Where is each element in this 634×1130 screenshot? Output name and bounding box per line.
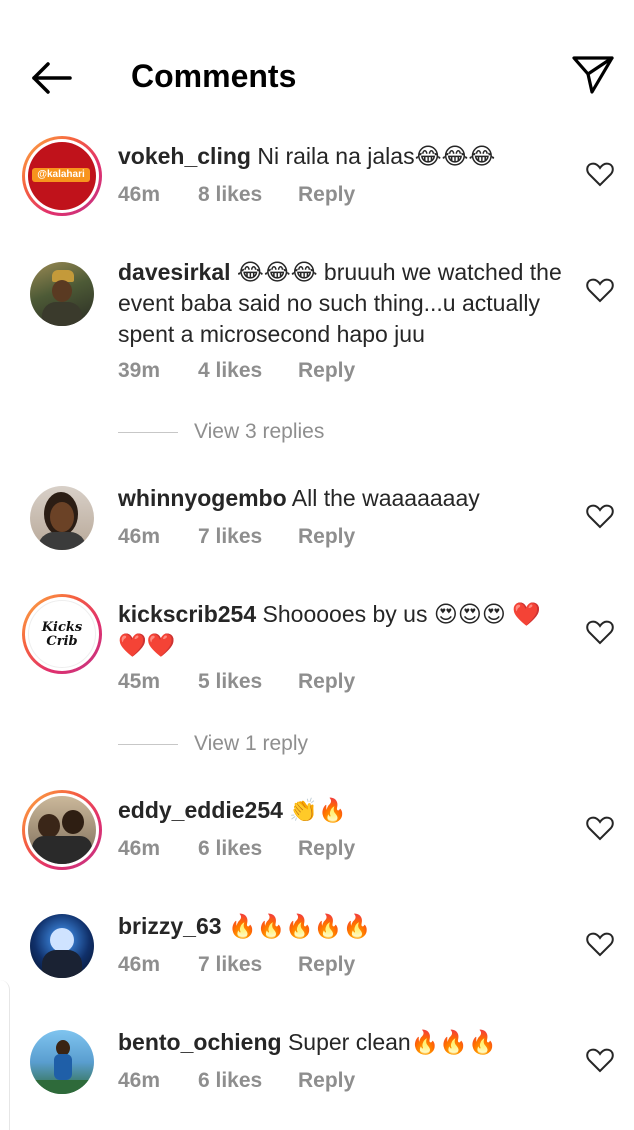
comment-text: eddy_eddie254 👏🔥 (118, 795, 568, 826)
edge-panel-handle[interactable] (0, 980, 10, 1130)
comment-body: Ni raila na jalas😂😂😂 (257, 143, 496, 169)
avatar[interactable] (30, 262, 94, 326)
share-button[interactable] (570, 52, 616, 98)
avatar-logo-label: Kicks Crib (41, 620, 83, 649)
comment-likes[interactable]: 6 likes (198, 1069, 298, 1093)
comment-likes[interactable]: 7 likes (198, 525, 298, 549)
comment-body: Super clean🔥🔥🔥 (287, 1029, 497, 1055)
comment-username[interactable]: whinnyogembo (118, 485, 287, 511)
avatar[interactable]: @kalahari (22, 136, 102, 216)
avatar[interactable]: Kicks Crib (22, 594, 102, 674)
reply-button[interactable]: Reply (298, 837, 355, 861)
comment-username[interactable]: eddy_eddie254 (118, 797, 283, 823)
reply-button[interactable]: Reply (298, 359, 355, 383)
reply-button[interactable]: Reply (298, 953, 355, 977)
comment-time: 45m (118, 670, 161, 693)
comment-body: 👏🔥 (289, 797, 347, 823)
heart-outline-icon[interactable] (586, 619, 614, 645)
comment-username[interactable]: bento_ochieng (118, 1029, 282, 1055)
comment-time: 46m (118, 953, 161, 976)
comment-time: 46m (118, 1069, 161, 1092)
page-title: Comments (131, 58, 297, 94)
comment-text: vokeh_cling Ni raila na jalas😂😂😂 (118, 141, 568, 172)
comment-meta: 46m 7 likes Reply (118, 953, 355, 977)
comment-username[interactable]: kickscrib254 (118, 601, 256, 627)
comments-header: Comments (0, 0, 634, 130)
reply-button[interactable]: Reply (298, 670, 355, 694)
comment-text: davesirkal 😂😂😂 bruuuh we watched the eve… (118, 257, 568, 350)
replies-divider (118, 431, 178, 433)
comment-meta: 46m 6 likes Reply (118, 837, 355, 861)
heart-outline-icon[interactable] (586, 931, 614, 957)
comment-meta: 46m 8 likes Reply (118, 183, 355, 207)
comment-text: whinnyogembo All the waaaaaaay (118, 483, 568, 514)
avatar[interactable] (22, 790, 102, 870)
avatar[interactable] (30, 914, 94, 978)
comment-text: kickscrib254 Shooooes by us 😍😍😍 ❤️❤️❤️ (118, 599, 568, 661)
comment-body: All the waaaaaaay (291, 485, 480, 511)
avatar[interactable] (30, 1030, 94, 1094)
reply-button[interactable]: Reply (298, 525, 355, 549)
comment-username[interactable]: vokeh_cling (118, 143, 251, 169)
heart-outline-icon[interactable] (586, 161, 614, 187)
comment-username[interactable]: davesirkal (118, 259, 231, 285)
comment-likes[interactable]: 5 likes (198, 670, 298, 694)
avatar-logo-label: @kalahari (32, 168, 90, 182)
comment-likes[interactable]: 7 likes (198, 953, 298, 977)
comment-meta: 46m 7 likes Reply (118, 525, 355, 549)
reply-button[interactable]: Reply (298, 183, 355, 207)
comment-likes[interactable]: 6 likes (198, 837, 298, 861)
view-replies-button[interactable]: View 1 reply (118, 732, 308, 756)
comment-text: brizzy_63 🔥🔥🔥🔥🔥 (118, 911, 568, 942)
comment-time: 39m (118, 359, 161, 382)
view-replies-label: View 1 reply (194, 732, 309, 755)
comment-time: 46m (118, 183, 161, 206)
comment-time: 46m (118, 837, 161, 860)
view-replies-label: View 3 replies (194, 420, 325, 443)
comment-meta: 45m 5 likes Reply (118, 670, 355, 694)
comment-text: bento_ochieng Super clean🔥🔥🔥 (118, 1027, 568, 1058)
view-replies-button[interactable]: View 3 replies (118, 420, 324, 444)
comment-username[interactable]: brizzy_63 (118, 913, 222, 939)
paper-plane-icon (572, 56, 614, 94)
heart-outline-icon[interactable] (586, 815, 614, 841)
heart-outline-icon[interactable] (586, 503, 614, 529)
heart-outline-icon[interactable] (586, 1047, 614, 1073)
reply-button[interactable]: Reply (298, 1069, 355, 1093)
comment-likes[interactable]: 4 likes (198, 359, 298, 383)
back-button[interactable] (28, 56, 76, 100)
arrow-left-icon (32, 62, 72, 94)
comment-time: 46m (118, 525, 161, 548)
comment-body: 🔥🔥🔥🔥🔥 (227, 913, 372, 939)
comment-meta: 39m 4 likes Reply (118, 359, 355, 383)
heart-outline-icon[interactable] (586, 277, 614, 303)
comment-meta: 46m 6 likes Reply (118, 1069, 355, 1093)
avatar[interactable] (30, 486, 94, 550)
replies-divider (118, 743, 178, 745)
comment-likes[interactable]: 8 likes (198, 183, 298, 207)
